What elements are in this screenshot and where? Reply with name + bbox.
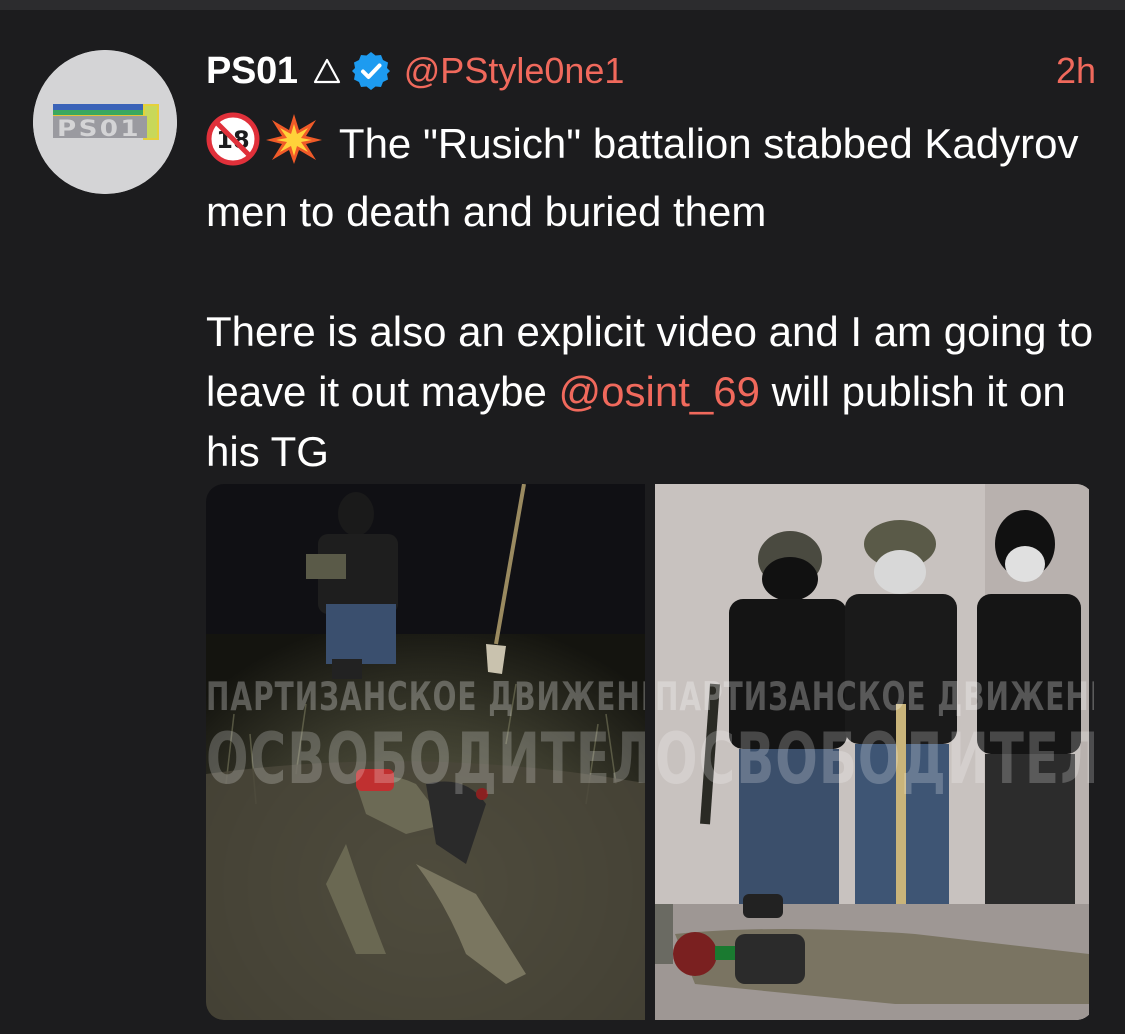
timestamp[interactable]: 2h bbox=[1056, 50, 1096, 92]
mention-link[interactable]: @osint_69 bbox=[559, 368, 760, 415]
tweet-paragraph-1: 18 The "Rusich" battalion stabbed Kadyro… bbox=[206, 112, 1106, 242]
triangle-icon bbox=[312, 57, 342, 85]
top-bar bbox=[0, 0, 1125, 10]
tweet-body: 18 The "Rusich" battalion stabbed Kadyro… bbox=[206, 112, 1106, 482]
watermark-line-1: ПАРТИЗАНСКОЕ ДВИЖЕНИЕ bbox=[206, 673, 645, 720]
tweet-text-part-1: The "Rusich" battalion stabbed Kadyrov m… bbox=[206, 120, 1079, 235]
verified-badge-icon bbox=[350, 50, 392, 92]
no-under-18-icon: 18 bbox=[206, 112, 260, 182]
watermark-line-2: ОСВОБОДИТЕЛЬ bbox=[655, 718, 1094, 800]
svg-text:PS01: PS01 bbox=[57, 117, 141, 142]
watermark-line-2: ОСВОБОДИТЕЛЬ bbox=[206, 718, 645, 800]
tweet-header: PS01 @PStyle0ne1 2h bbox=[206, 48, 1096, 94]
media-grid: ПАРТИЗАНСКОЕ ДВИЖЕНИЕ ОСВОБОДИТЕЛЬ ПАРТИ… bbox=[206, 484, 1094, 1020]
collision-icon bbox=[264, 112, 324, 182]
watermark-line-1: ПАРТИЗАНСКОЕ ДВИЖЕНИЕ bbox=[655, 673, 1094, 720]
tweet-paragraph-2: There is also an explicit video and I am… bbox=[206, 302, 1106, 482]
media-photo-1[interactable]: ПАРТИЗАНСКОЕ ДВИЖЕНИЕ ОСВОБОДИТЕЛЬ bbox=[206, 484, 645, 1020]
media-photo-2[interactable]: ПАРТИЗАНСКОЕ ДВИЖЕНИЕ ОСВОБОДИТЕЛЬ bbox=[655, 484, 1094, 1020]
user-handle[interactable]: @PStyle0ne1 bbox=[404, 50, 625, 92]
avatar[interactable]: PS01 bbox=[33, 50, 177, 194]
avatar-logo: PS01 bbox=[33, 50, 177, 194]
display-name[interactable]: PS01 bbox=[206, 50, 298, 93]
